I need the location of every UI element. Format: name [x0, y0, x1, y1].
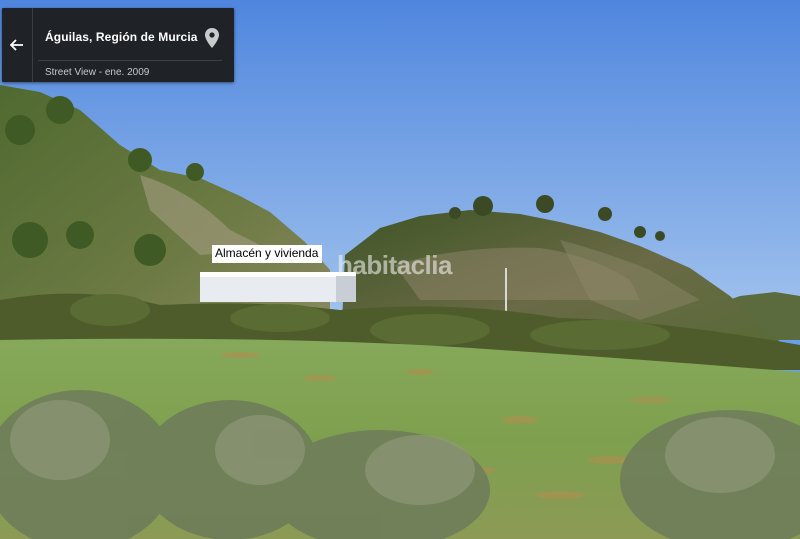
capture-date: Street View - ene. 2009 [45, 67, 150, 78]
property-label: Almacén y vivienda [212, 245, 323, 263]
street-view-info-card: Águilas, Región de Murcia Street View - … [2, 8, 234, 82]
location-title: Águilas, Región de Murcia [45, 30, 198, 44]
location-pin-icon[interactable] [205, 28, 219, 48]
watermark-logo: habitaclia [337, 250, 452, 280]
arrow-left-icon [10, 39, 23, 51]
back-button[interactable] [2, 8, 33, 82]
card-divider [38, 60, 222, 61]
